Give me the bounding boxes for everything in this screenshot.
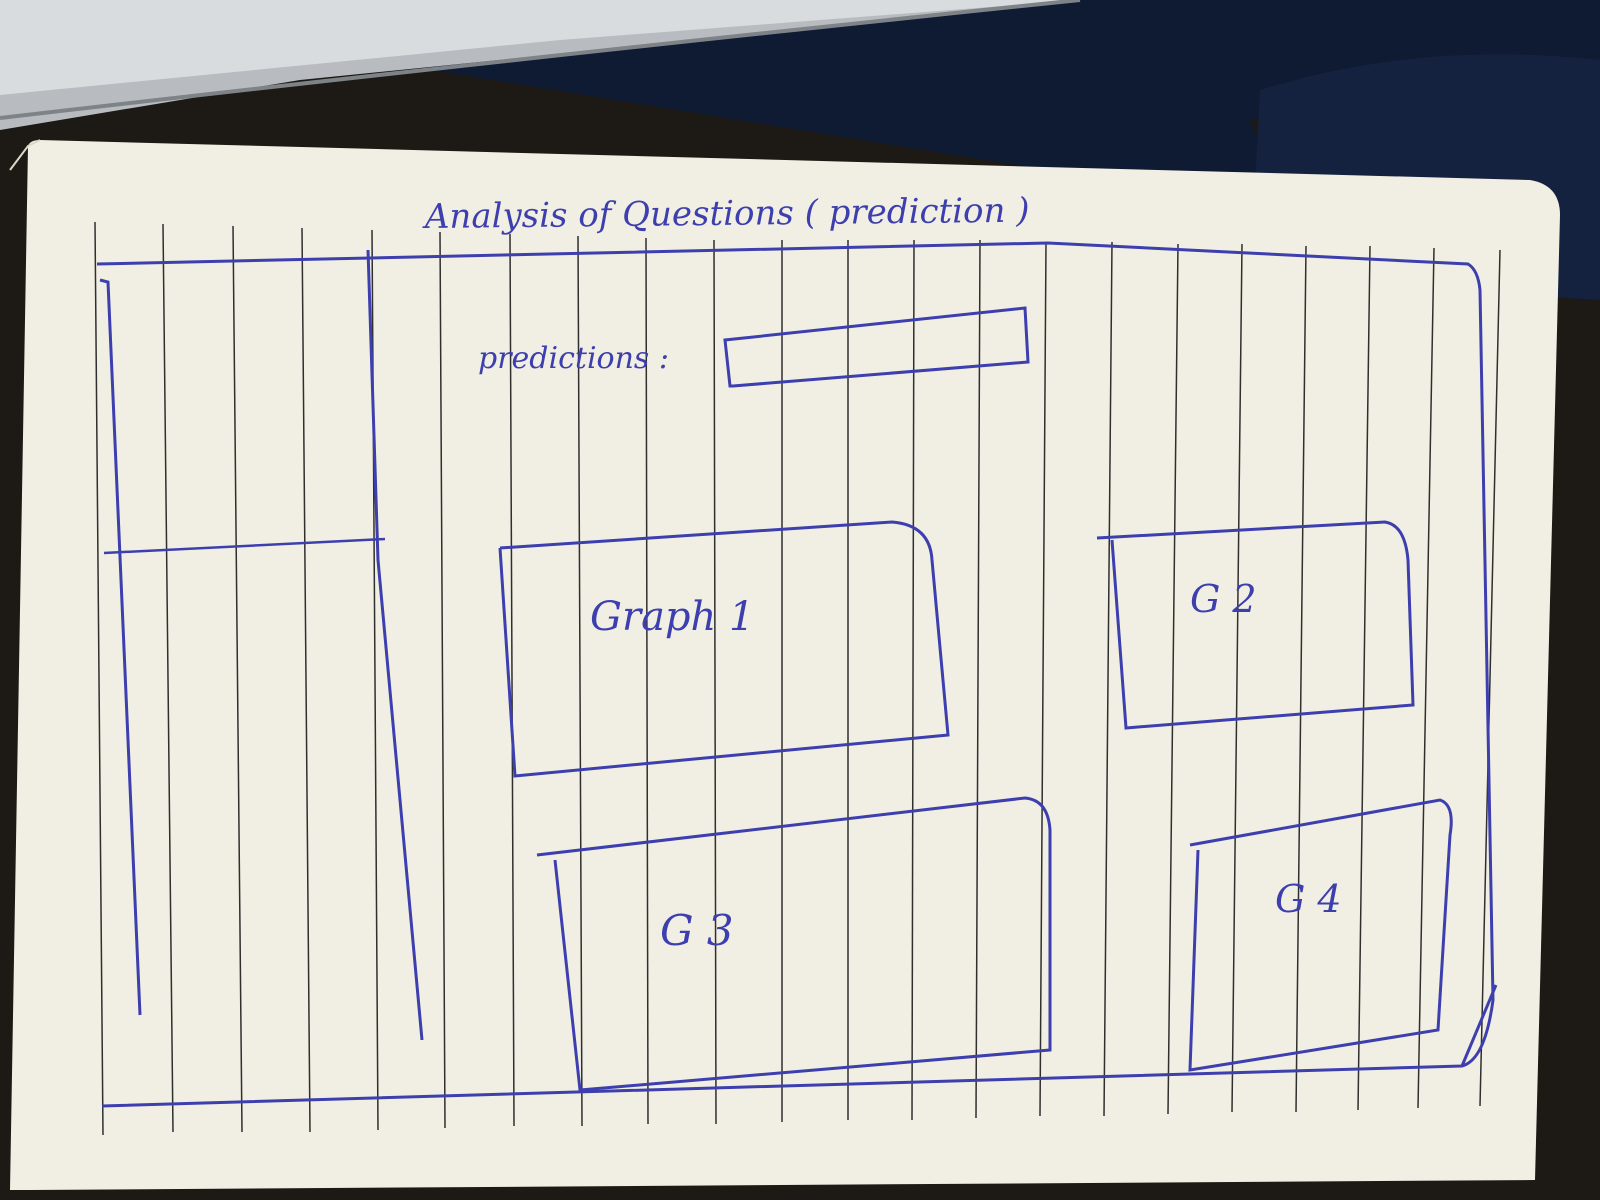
sketch-title: Analysis of Questions ( prediction ) xyxy=(422,191,1030,237)
graph-3-label: G 3 xyxy=(660,906,734,955)
graph-2-label: G 2 xyxy=(1190,577,1257,621)
prediction-label: predictions : xyxy=(478,341,669,376)
graph-1-label: Graph 1 xyxy=(590,594,754,640)
graph-4-label: G 4 xyxy=(1275,877,1342,921)
notebook-page xyxy=(10,140,1560,1190)
notebook-photo: Analysis of Questions ( prediction ) pre… xyxy=(0,0,1600,1200)
